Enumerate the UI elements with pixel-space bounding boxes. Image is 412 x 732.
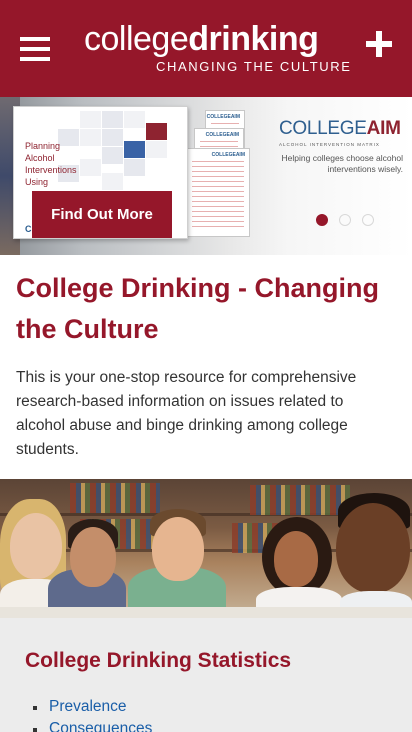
aim-logo-subtitle: ALCOHOL INTERVENTION MATRIX [279, 142, 380, 147]
menu-bar [20, 37, 50, 41]
prevalence-link[interactable]: Prevalence [49, 698, 127, 715]
document-header: COLLEGEAIM [206, 114, 240, 120]
document-title: Planning Alcohol Interventions Using [25, 141, 77, 187]
logo-bold-text: drinking [188, 20, 319, 58]
document-header: COLLEGEAIM [205, 132, 239, 138]
plus-icon[interactable] [366, 31, 392, 57]
hamburger-menu-icon[interactable] [20, 37, 50, 62]
consequences-link[interactable]: Consequences [49, 720, 152, 732]
document-thumbnail: COLLEGEAIM [186, 148, 250, 237]
college-aim-logo: COLLEGEAIM ALCOHOL INTERVENTION MATRIX [279, 118, 405, 147]
menu-bar [20, 57, 50, 61]
menu-bar [20, 47, 50, 51]
logo-tagline: CHANGING THE CULTURE [156, 59, 352, 74]
carousel-dot-2[interactable] [339, 214, 351, 226]
find-out-more-button[interactable]: Find Out More [32, 191, 172, 238]
students-photo [0, 479, 412, 618]
college-aim-wordmark: COLLEGEAIM [279, 118, 405, 140]
statistics-section: College Drinking Statistics Prevalence C… [0, 618, 412, 732]
site-logo[interactable]: collegedrinking CHANGING THE CULTURE [84, 19, 350, 79]
logo-light-text: college [84, 20, 189, 58]
hero-carousel: COLLEGEAIM COLLEGEAIM COLLEGEAIM Plannin… [0, 97, 412, 255]
statistics-title: College Drinking Statistics [25, 649, 292, 672]
list-item: Consequences [33, 718, 152, 732]
statistics-link-list: Prevalence Consequences [33, 696, 152, 732]
list-item: Prevalence [33, 696, 152, 718]
carousel-dot-3[interactable] [362, 214, 374, 226]
aim-logo-light: COLLEGE [279, 118, 367, 139]
carousel-dot-1[interactable] [316, 214, 328, 226]
document-header: COLLEGEAIM [211, 152, 245, 158]
document-logo: C [25, 224, 32, 234]
page-title: College Drinking - Changing the Culture [16, 273, 379, 344]
site-header: collegedrinking CHANGING THE CULTURE [0, 0, 412, 97]
intro-paragraph: This is your one-stop resource for compr… [16, 369, 357, 458]
aim-tagline: Helping colleges choose alcohol interven… [281, 153, 403, 174]
logo-wordmark: collegedrinking [84, 19, 319, 59]
aim-logo-bold: AIM [366, 118, 401, 139]
